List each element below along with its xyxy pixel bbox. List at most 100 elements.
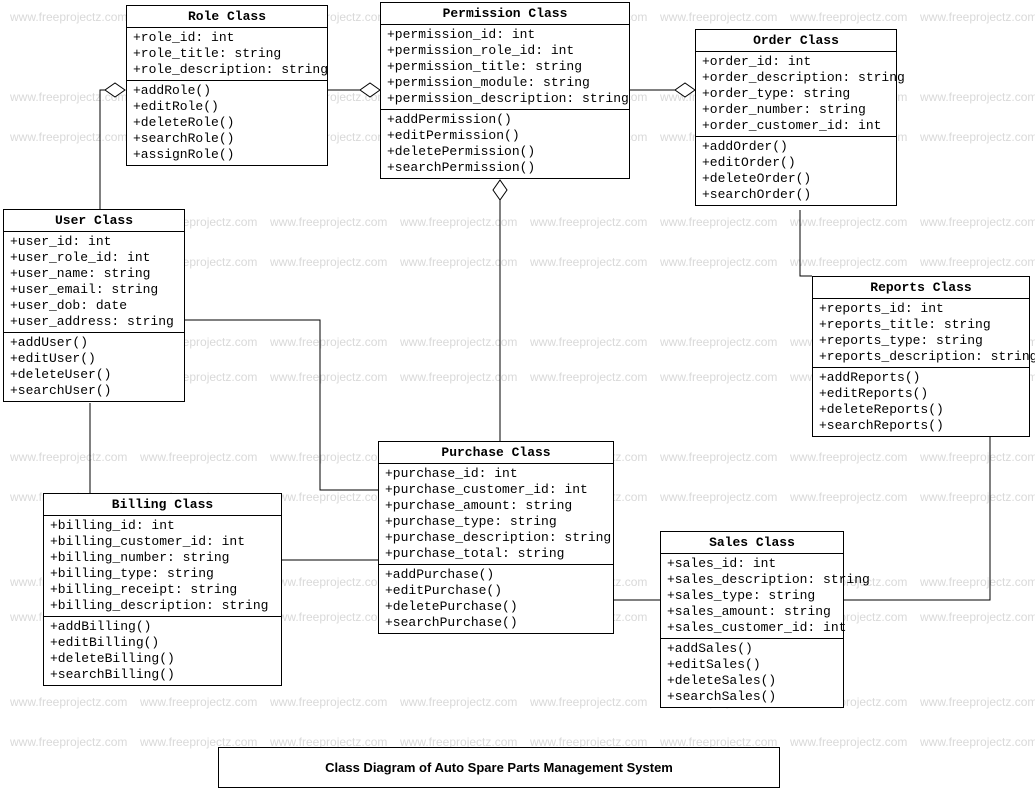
- class-member: +editSales(): [667, 657, 837, 673]
- user-class-ops: +addUser()+editUser()+deleteUser()+searc…: [4, 333, 184, 401]
- class-member: +reports_id: int: [819, 301, 1023, 317]
- watermark-text: www.freeprojectz.com: [140, 450, 257, 464]
- watermark-text: www.freeprojectz.com: [400, 255, 517, 269]
- role-class-attrs: +role_id: int+role_title: string+role_de…: [127, 28, 327, 81]
- purchase-class-title: Purchase Class: [379, 442, 613, 464]
- class-member: +order_type: string: [702, 86, 890, 102]
- class-member: +editBilling(): [50, 635, 275, 651]
- watermark-text: www.freeprojectz.com: [920, 130, 1035, 144]
- class-member: +editOrder(): [702, 155, 890, 171]
- watermark-text: www.freeprojectz.com: [10, 10, 127, 24]
- watermark-text: www.freeprojectz.com: [270, 215, 387, 229]
- class-member: +editPurchase(): [385, 583, 607, 599]
- class-member: +editPermission(): [387, 128, 623, 144]
- sales-class-attrs: +sales_id: int+sales_description: string…: [661, 554, 843, 639]
- watermark-text: www.freeprojectz.com: [920, 610, 1035, 624]
- watermark-text: www.freeprojectz.com: [790, 215, 907, 229]
- class-member: +order_description: string: [702, 70, 890, 86]
- class-member: +deleteBilling(): [50, 651, 275, 667]
- role-class-ops: +addRole()+editRole()+deleteRole()+searc…: [127, 81, 327, 165]
- watermark-text: www.freeprojectz.com: [920, 10, 1035, 24]
- class-member: +sales_amount: string: [667, 604, 837, 620]
- class-member: +role_description: string: [133, 62, 321, 78]
- class-member: +deleteOrder(): [702, 171, 890, 187]
- watermark-text: www.freeprojectz.com: [270, 335, 387, 349]
- watermark-text: www.freeprojectz.com: [920, 215, 1035, 229]
- permission-class: Permission Class +permission_id: int+per…: [380, 2, 630, 179]
- class-member: +editUser(): [10, 351, 178, 367]
- class-member: +editReports(): [819, 386, 1023, 402]
- class-member: +permission_role_id: int: [387, 43, 623, 59]
- watermark-text: www.freeprojectz.com: [270, 575, 387, 589]
- watermark-text: www.freeprojectz.com: [270, 450, 387, 464]
- billing-class: Billing Class +billing_id: int+billing_c…: [43, 493, 282, 686]
- sales-class: Sales Class +sales_id: int+sales_descrip…: [660, 531, 844, 708]
- watermark-text: www.freeprojectz.com: [660, 10, 777, 24]
- class-member: +sales_id: int: [667, 556, 837, 572]
- user-class: User Class +user_id: int+user_role_id: i…: [3, 209, 185, 402]
- watermark-text: www.freeprojectz.com: [400, 335, 517, 349]
- class-member: +user_address: string: [10, 314, 178, 330]
- watermark-text: www.freeprojectz.com: [10, 130, 127, 144]
- class-member: +permission_module: string: [387, 75, 623, 91]
- order-class-title: Order Class: [696, 30, 896, 52]
- class-member: +reports_type: string: [819, 333, 1023, 349]
- class-member: +addBilling(): [50, 619, 275, 635]
- permission-class-attrs: +permission_id: int+permission_role_id: …: [381, 25, 629, 110]
- class-member: +searchReports(): [819, 418, 1023, 434]
- class-member: +role_id: int: [133, 30, 321, 46]
- class-member: +addReports(): [819, 370, 1023, 386]
- watermark-text: www.freeprojectz.com: [660, 255, 777, 269]
- watermark-text: www.freeprojectz.com: [920, 255, 1035, 269]
- watermark-text: www.freeprojectz.com: [790, 490, 907, 504]
- watermark-text: www.freeprojectz.com: [530, 695, 647, 709]
- class-member: +sales_type: string: [667, 588, 837, 604]
- watermark-text: www.freeprojectz.com: [660, 335, 777, 349]
- permission-class-title: Permission Class: [381, 3, 629, 25]
- watermark-text: www.freeprojectz.com: [400, 370, 517, 384]
- class-member: +order_number: string: [702, 102, 890, 118]
- class-member: +searchSales(): [667, 689, 837, 705]
- permission-class-ops: +addPermission()+editPermission()+delete…: [381, 110, 629, 178]
- role-class-title: Role Class: [127, 6, 327, 28]
- role-class: Role Class +role_id: int+role_title: str…: [126, 5, 328, 166]
- class-member: +addOrder(): [702, 139, 890, 155]
- billing-class-attrs: +billing_id: int+billing_customer_id: in…: [44, 516, 281, 617]
- class-member: +user_id: int: [10, 234, 178, 250]
- watermark-text: www.freeprojectz.com: [920, 450, 1035, 464]
- class-member: +reports_description: string: [819, 349, 1023, 365]
- class-member: +addUser(): [10, 335, 178, 351]
- class-member: +reports_title: string: [819, 317, 1023, 333]
- watermark-text: www.freeprojectz.com: [920, 695, 1035, 709]
- sales-class-title: Sales Class: [661, 532, 843, 554]
- watermark-text: www.freeprojectz.com: [920, 90, 1035, 104]
- sales-class-ops: +addSales()+editSales()+deleteSales()+se…: [661, 639, 843, 707]
- class-member: +role_title: string: [133, 46, 321, 62]
- watermark-text: www.freeprojectz.com: [660, 370, 777, 384]
- user-class-attrs: +user_id: int+user_role_id: int+user_nam…: [4, 232, 184, 333]
- class-member: +user_dob: date: [10, 298, 178, 314]
- class-member: +purchase_total: string: [385, 546, 607, 562]
- watermark-text: www.freeprojectz.com: [790, 450, 907, 464]
- watermark-text: www.freeprojectz.com: [660, 450, 777, 464]
- class-member: +purchase_description: string: [385, 530, 607, 546]
- watermark-text: www.freeprojectz.com: [920, 490, 1035, 504]
- class-member: +billing_description: string: [50, 598, 275, 614]
- watermark-text: www.freeprojectz.com: [140, 695, 257, 709]
- class-member: +addPurchase(): [385, 567, 607, 583]
- class-member: +billing_number: string: [50, 550, 275, 566]
- order-class: Order Class +order_id: int+order_descrip…: [695, 29, 897, 206]
- class-member: +sales_customer_id: int: [667, 620, 837, 636]
- class-member: +editRole(): [133, 99, 321, 115]
- class-member: +searchUser(): [10, 383, 178, 399]
- billing-class-title: Billing Class: [44, 494, 281, 516]
- watermark-text: www.freeprojectz.com: [400, 695, 517, 709]
- class-member: +billing_id: int: [50, 518, 275, 534]
- class-member: +permission_title: string: [387, 59, 623, 75]
- class-member: +user_role_id: int: [10, 250, 178, 266]
- class-member: +searchOrder(): [702, 187, 890, 203]
- watermark-text: www.freeprojectz.com: [920, 575, 1035, 589]
- watermark-text: www.freeprojectz.com: [530, 370, 647, 384]
- watermark-text: www.freeprojectz.com: [270, 695, 387, 709]
- diagram-title: Class Diagram of Auto Spare Parts Manage…: [218, 747, 780, 788]
